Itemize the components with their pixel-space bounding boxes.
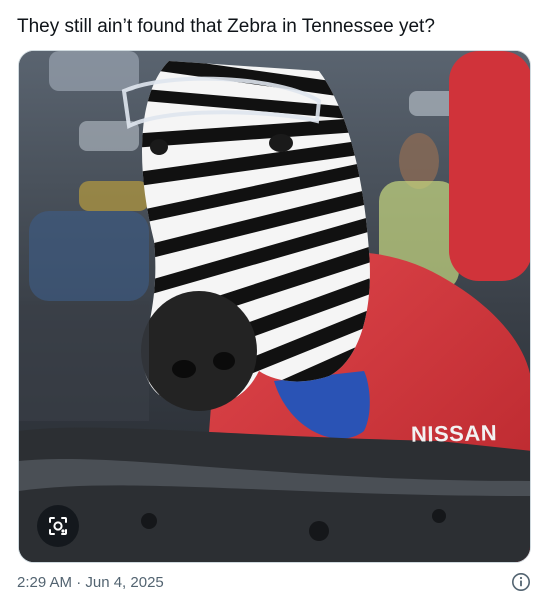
tweet-timestamp[interactable]: 2:29 AM · Jun 4, 2025: [17, 574, 164, 591]
visual-search-button[interactable]: [37, 505, 79, 547]
info-icon[interactable]: [511, 572, 531, 592]
shirt-logo-text: NISSAN: [410, 420, 498, 447]
visual-search-icon: [49, 517, 67, 535]
tweet-text: They still ain’t found that Zebra in Ten…: [17, 16, 435, 37]
tweet-media-image[interactable]: NISSAN: [18, 50, 531, 563]
zebra-factory-photo: [19, 51, 530, 562]
